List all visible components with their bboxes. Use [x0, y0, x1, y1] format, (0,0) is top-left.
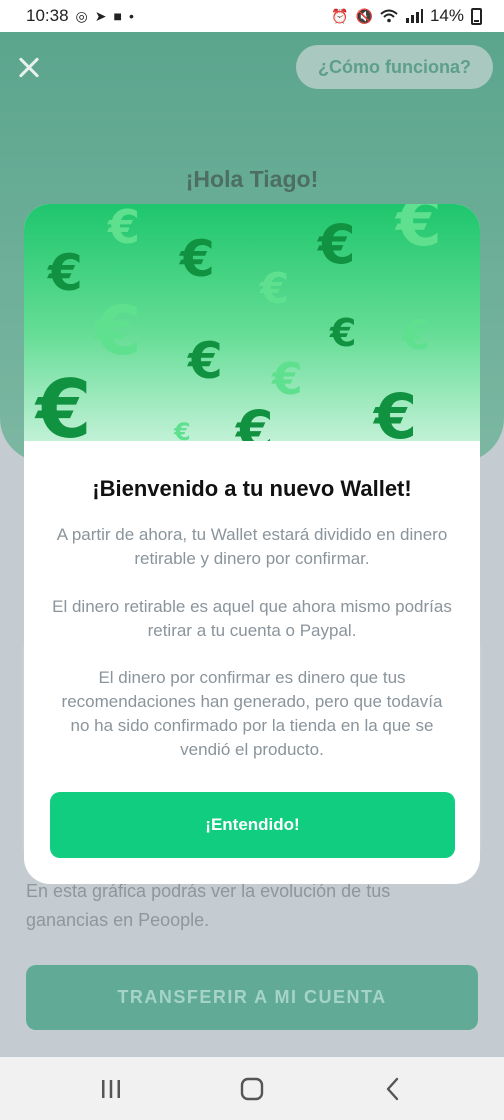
- transfer-button[interactable]: TRANSFERIR A MI CUENTA: [26, 965, 478, 1030]
- close-icon[interactable]: [16, 54, 42, 80]
- system-nav-bar: [0, 1057, 504, 1120]
- video-icon: ■: [113, 8, 122, 24]
- euro-icon: €: [180, 230, 215, 288]
- euro-icon: €: [36, 363, 92, 442]
- battery-percent: 14%: [429, 6, 464, 25]
- euro-icon: €: [174, 418, 191, 441]
- more-dot-icon: •: [128, 8, 134, 24]
- euro-icon: €: [260, 264, 290, 313]
- understood-button[interactable]: ¡Entendido!: [50, 792, 455, 858]
- modal-paragraph: El dinero retirable es aquel que ahora m…: [52, 597, 452, 640]
- modal-paragraph: A partir de ahora, tu Wallet estará divi…: [56, 525, 448, 568]
- back-button[interactable]: [363, 1069, 423, 1109]
- home-button[interactable]: [222, 1069, 282, 1109]
- status-right: ⏰ 🔇 14%: [331, 6, 482, 26]
- welcome-modal: € € € € € € € € € € € € € € € ¡Bienvenid…: [24, 204, 480, 884]
- euro-icon: €: [374, 380, 418, 442]
- euro-icon: €: [318, 213, 356, 276]
- greeting-title: ¡Hola Tiago!: [185, 166, 319, 192]
- euro-icon: €: [48, 244, 83, 302]
- home-icon: [240, 1077, 264, 1100]
- euro-icon: €: [272, 354, 303, 405]
- euro-illustration: € € € € € € € € € € € € € € €: [24, 204, 480, 441]
- euro-icon: €: [402, 313, 430, 359]
- euro-icon: €: [396, 204, 442, 261]
- status-bar: 10:38 ◎ ➤ ■ • ⏰ 🔇 14%: [0, 0, 504, 32]
- modal-title: ¡Bienvenido a tu nuevo Wallet!: [92, 476, 412, 501]
- battery-icon: [471, 7, 482, 25]
- recents-button[interactable]: [81, 1069, 141, 1109]
- telegram-icon: ➤: [94, 8, 107, 24]
- euro-icon: €: [188, 332, 223, 390]
- alarm-icon: ⏰: [331, 8, 349, 24]
- signal-icon: [405, 9, 423, 23]
- whatsapp-icon: ◎: [75, 8, 88, 24]
- status-left: 10:38 ◎ ➤ ■ •: [26, 6, 134, 26]
- wifi-icon: [380, 9, 398, 23]
- back-icon: [387, 1077, 399, 1100]
- mute-icon: 🔇: [355, 8, 373, 24]
- modal-paragraph: El dinero por confirmar es dinero que tu…: [61, 668, 443, 759]
- euro-icon: €: [94, 292, 142, 371]
- euro-icon: €: [330, 311, 357, 355]
- how-it-works-button[interactable]: ¿Cómo funciona?: [296, 45, 493, 89]
- chart-description: En esta gráfica podrás ver la evolución …: [26, 881, 391, 930]
- recents-icon: [101, 1079, 120, 1098]
- euro-icon: €: [108, 204, 141, 254]
- euro-icon: €: [236, 399, 274, 442]
- status-time: 10:38: [26, 6, 69, 25]
